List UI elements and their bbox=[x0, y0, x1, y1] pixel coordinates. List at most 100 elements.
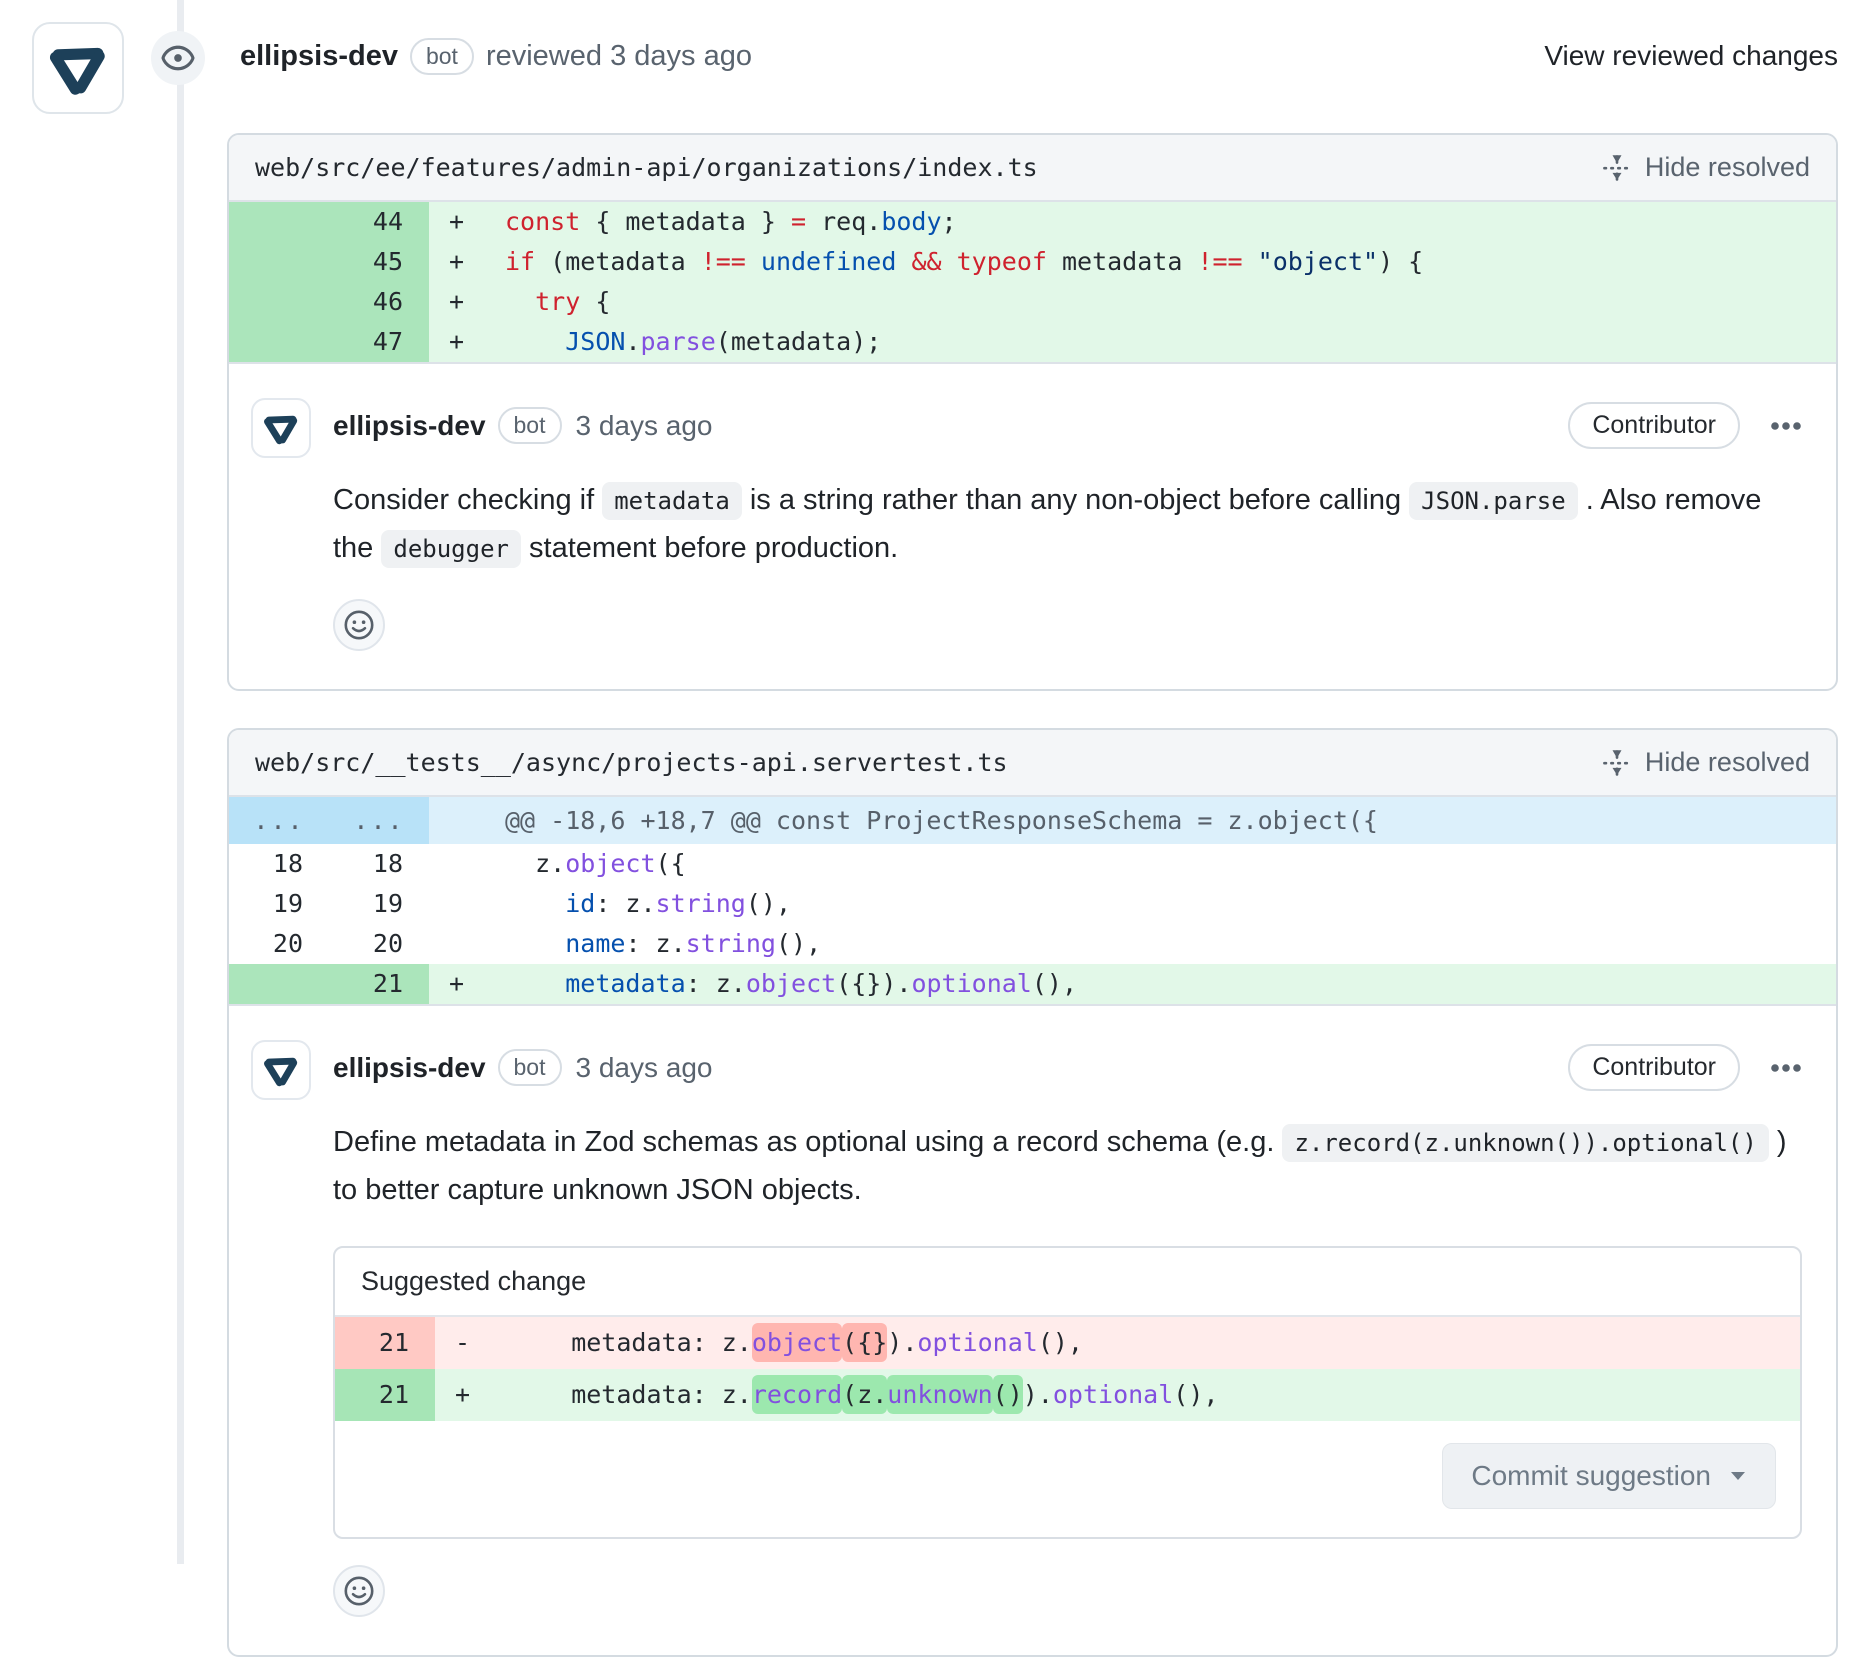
line-number: 18 bbox=[329, 844, 429, 884]
reviewer-username[interactable]: ellipsis-dev bbox=[240, 40, 398, 73]
code-line: name: z.string(), bbox=[485, 924, 1836, 964]
diff-row: 1919 id: z.string(), bbox=[229, 884, 1836, 924]
line-number: 21 bbox=[335, 1317, 435, 1369]
code-line: try { bbox=[485, 282, 1836, 322]
review-header: ellipsis-dev bot reviewed 3 days ago Vie… bbox=[0, 0, 1858, 112]
diff-row: 21+ metadata: z.record(z.unknown()).opti… bbox=[335, 1369, 1800, 1421]
fold-icon bbox=[1602, 153, 1632, 183]
diff-sign: + bbox=[429, 964, 485, 1004]
diff-sign bbox=[429, 924, 485, 964]
line-number bbox=[229, 964, 329, 1004]
comment-timestamp[interactable]: 3 days ago bbox=[576, 1052, 713, 1084]
file-path[interactable]: web/src/__tests__/async/projects-api.ser… bbox=[255, 748, 1008, 777]
code-line: metadata: z.object({}).optional(), bbox=[485, 964, 1836, 1004]
line-number bbox=[229, 242, 329, 282]
review-action-text: reviewed 3 days ago bbox=[486, 40, 752, 73]
kebab-menu-button[interactable] bbox=[1770, 1052, 1802, 1084]
comment-avatar[interactable] bbox=[251, 398, 311, 458]
file-path[interactable]: web/src/ee/features/admin-api/organizati… bbox=[255, 153, 1038, 182]
kebab-menu-button[interactable] bbox=[1770, 410, 1802, 442]
ellipsis-logo-icon bbox=[261, 1050, 301, 1090]
diff-sign: - bbox=[435, 1317, 491, 1369]
line-number bbox=[229, 282, 329, 322]
fold-icon bbox=[1602, 748, 1632, 778]
bot-badge: bot bbox=[410, 38, 474, 75]
code-line: JSON.parse(metadata); bbox=[485, 322, 1836, 362]
ellipsis-logo-icon bbox=[45, 35, 111, 101]
line-number: ... bbox=[229, 797, 329, 844]
line-number: ... bbox=[329, 797, 429, 844]
bot-badge: bot bbox=[498, 1049, 562, 1086]
code-line: metadata: z.object({}).optional(), bbox=[491, 1317, 1800, 1369]
diff-sign: + bbox=[435, 1369, 491, 1421]
code-line: id: z.string(), bbox=[485, 884, 1836, 924]
diff-row: ...... @@ -18,6 +18,7 @@ const ProjectRes… bbox=[229, 797, 1836, 844]
add-reaction-button[interactable] bbox=[333, 599, 385, 651]
line-number: 45 bbox=[329, 242, 429, 282]
contributor-badge: Contributor bbox=[1568, 1044, 1740, 1091]
add-reaction-button[interactable] bbox=[333, 1565, 385, 1617]
line-number: 18 bbox=[229, 844, 329, 884]
diff-block: ...... @@ -18,6 +18,7 @@ const ProjectRes… bbox=[229, 797, 1836, 1006]
line-number: 19 bbox=[229, 884, 329, 924]
code-line: @@ -18,6 +18,7 @@ const ProjectResponseS… bbox=[485, 797, 1836, 844]
eye-icon bbox=[151, 31, 205, 85]
kebab-icon bbox=[1770, 410, 1802, 442]
diff-sign bbox=[429, 844, 485, 884]
file-header: web/src/ee/features/admin-api/organizati… bbox=[229, 135, 1836, 202]
review-comment: ellipsis-dev bot 3 days ago Contributor … bbox=[229, 1006, 1836, 1655]
hide-resolved-button[interactable]: Hide resolved bbox=[1602, 747, 1810, 778]
code-line: const { metadata } = req.body; bbox=[485, 202, 1836, 242]
inline-code: debugger bbox=[381, 530, 521, 568]
code-line: if (metadata !== undefined && typeof met… bbox=[485, 242, 1836, 282]
contributor-badge: Contributor bbox=[1568, 402, 1740, 449]
suggestion-diff: 21- metadata: z.object({}).optional(),21… bbox=[335, 1317, 1800, 1421]
diff-row: 1818 z.object({ bbox=[229, 844, 1836, 884]
comment-username[interactable]: ellipsis-dev bbox=[333, 410, 486, 442]
file-header: web/src/__tests__/async/projects-api.ser… bbox=[229, 730, 1836, 797]
comment-timestamp[interactable]: 3 days ago bbox=[576, 410, 713, 442]
diff-row: 45+if (metadata !== undefined && typeof … bbox=[229, 242, 1836, 282]
diff-row: 2020 name: z.string(), bbox=[229, 924, 1836, 964]
ellipsis-logo-icon bbox=[261, 408, 301, 448]
diff-sign: + bbox=[429, 202, 485, 242]
suggested-change-title: Suggested change bbox=[335, 1248, 1800, 1317]
diff-sign bbox=[429, 797, 485, 844]
diff-row: 47+ JSON.parse(metadata); bbox=[229, 322, 1836, 362]
commit-suggestion-button[interactable]: Commit suggestion bbox=[1442, 1443, 1776, 1509]
reviewer-avatar[interactable] bbox=[32, 22, 124, 114]
line-number bbox=[229, 322, 329, 362]
diff-row: 21+ metadata: z.object({}).optional(), bbox=[229, 964, 1836, 1004]
inline-code: JSON.parse bbox=[1409, 482, 1578, 520]
line-number: 21 bbox=[329, 964, 429, 1004]
review-thread-card: web/src/ee/features/admin-api/organizati… bbox=[227, 133, 1838, 691]
line-number: 46 bbox=[329, 282, 429, 322]
diff-sign: + bbox=[429, 242, 485, 282]
timeline-line bbox=[177, 0, 184, 1564]
inline-code: metadata bbox=[602, 482, 742, 520]
hide-resolved-button[interactable]: Hide resolved bbox=[1602, 152, 1810, 183]
diff-block: 44+const { metadata } = req.body;45+if (… bbox=[229, 202, 1836, 364]
comment-username[interactable]: ellipsis-dev bbox=[333, 1052, 486, 1084]
code-line: z.object({ bbox=[485, 844, 1836, 884]
review-comment: ellipsis-dev bot 3 days ago Contributor … bbox=[229, 364, 1836, 689]
diff-sign: + bbox=[429, 282, 485, 322]
kebab-icon bbox=[1770, 1052, 1802, 1084]
bot-badge: bot bbox=[498, 407, 562, 444]
smiley-icon bbox=[343, 609, 375, 641]
line-number: 44 bbox=[329, 202, 429, 242]
smiley-icon bbox=[343, 1575, 375, 1607]
diff-row: 44+const { metadata } = req.body; bbox=[229, 202, 1836, 242]
comment-avatar[interactable] bbox=[251, 1040, 311, 1100]
inline-code: z.record(z.unknown()).optional() bbox=[1282, 1124, 1768, 1162]
line-number: 20 bbox=[229, 924, 329, 964]
line-number: 21 bbox=[335, 1369, 435, 1421]
comment-body: Define metadata in Zod schemas as option… bbox=[333, 1119, 1802, 1214]
diff-row: 21- metadata: z.object({}).optional(), bbox=[335, 1317, 1800, 1369]
code-line: metadata: z.record(z.unknown()).optional… bbox=[491, 1369, 1800, 1421]
review-thread-card: web/src/__tests__/async/projects-api.ser… bbox=[227, 728, 1838, 1657]
suggested-change-block: Suggested change 21- metadata: z.object(… bbox=[333, 1246, 1802, 1539]
line-number bbox=[229, 202, 329, 242]
view-reviewed-changes-link[interactable]: View reviewed changes bbox=[1544, 40, 1838, 72]
diff-row: 46+ try { bbox=[229, 282, 1836, 322]
